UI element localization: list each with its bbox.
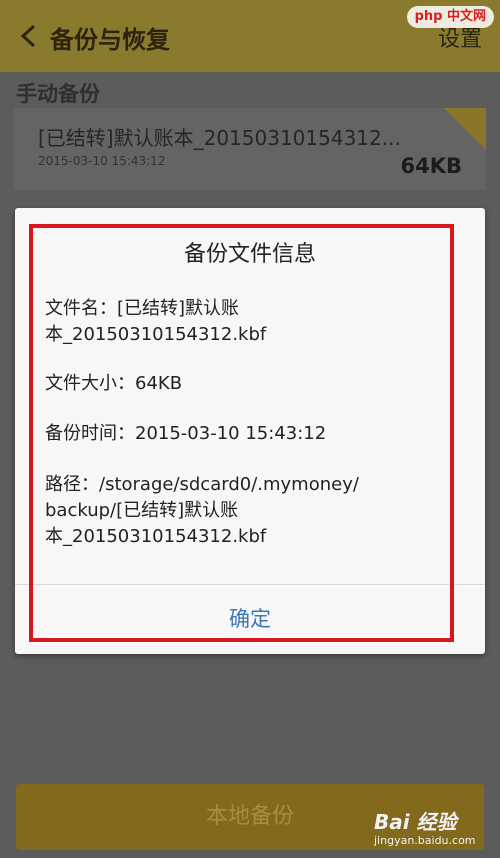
backup-file-time: 2015-03-10 15:43:12 (38, 154, 166, 168)
page-title: 备份与恢复 (50, 26, 170, 54)
highlight-annotation (29, 224, 454, 642)
watermark-top: php 中文网 (406, 6, 494, 28)
chevron-left-icon[interactable] (18, 24, 40, 48)
manual-backup-section-title: 手动备份 (16, 82, 100, 106)
backup-file-size: 64KB (400, 154, 462, 178)
backup-file-name: [已结转]默认账本_20150310154312... (38, 126, 401, 150)
backup-list-item[interactable]: [已结转]默认账本_20150310154312... 2015-03-10 1… (14, 108, 486, 190)
corner-badge-icon (444, 108, 486, 150)
watermark-bottom: Bai 经验 jingyan.baidu.com (374, 806, 492, 852)
watermark-url: jingyan.baidu.com (374, 834, 476, 847)
watermark-brand: Bai 经验 (374, 810, 457, 834)
